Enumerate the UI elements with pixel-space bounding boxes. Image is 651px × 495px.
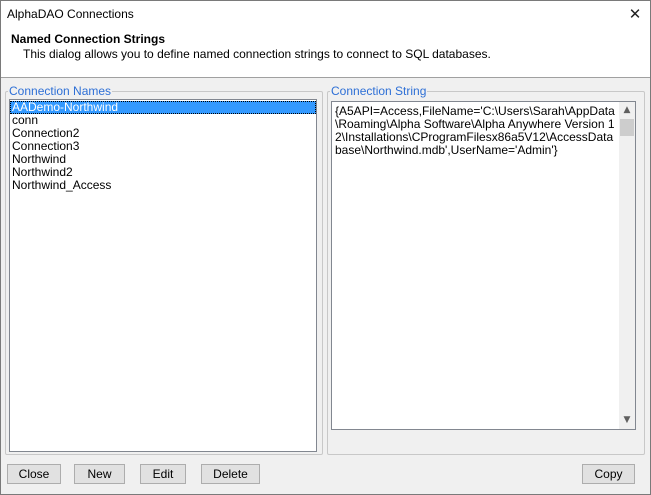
copy-button[interactable]: Copy [582,464,635,484]
new-button[interactable]: New [74,464,125,484]
header-description: This dialog allows you to define named c… [23,47,491,61]
connection-string-text: {A5API=Access,FileName='C:\Users\Sarah\A… [335,104,615,157]
connection-names-list[interactable]: AADemo-Northwind conn Connection2 Connectio… [9,99,317,452]
list-item[interactable]: Northwind_Access [10,179,316,192]
dialog-window: AlphaDAO Connections ✕ Named Connection … [0,0,651,495]
window-title: AlphaDAO Connections [7,7,134,21]
scroll-thumb[interactable] [620,119,634,136]
connection-string-group: Connection String {A5API=Access,FileName… [327,84,645,455]
close-icon[interactable]: ✕ [620,1,650,27]
connection-string-label: Connection String [330,84,428,98]
list-item[interactable]: AADemo-Northwind [10,101,316,114]
header-title: Named Connection Strings [11,32,166,46]
dialog-header: Named Connection Strings This dialog all… [1,27,650,78]
connection-string-textarea[interactable]: {A5API=Access,FileName='C:\Users\Sarah\A… [331,101,636,430]
close-button[interactable]: Close [7,464,61,484]
title-bar: AlphaDAO Connections ✕ [1,1,650,27]
edit-button[interactable]: Edit [140,464,186,484]
delete-button[interactable]: Delete [201,464,260,484]
connection-names-label: Connection Names [8,84,113,98]
scroll-down-arrow-icon[interactable]: ▼ [619,412,635,429]
scroll-up-arrow-icon[interactable]: ▲ [619,102,635,119]
vertical-scrollbar[interactable]: ▲ ▼ [619,102,635,429]
connection-names-group: Connection Names AADemo-Northwind conn Con… [5,84,323,455]
